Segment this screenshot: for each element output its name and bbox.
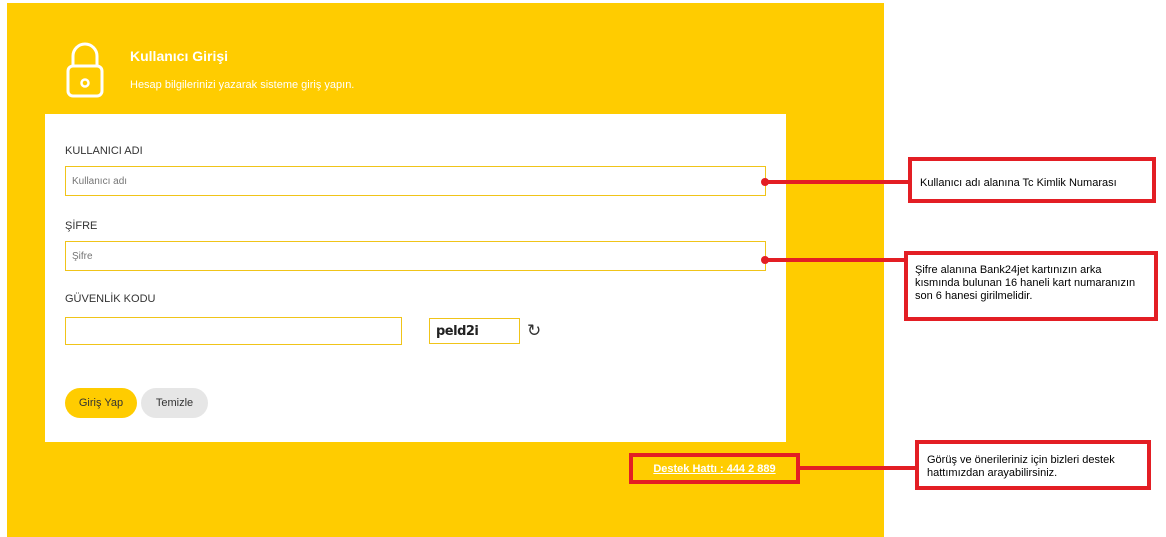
lock-icon — [66, 42, 104, 98]
password-connector-line — [765, 258, 905, 262]
refresh-icon[interactable]: ↻ — [527, 321, 541, 341]
username-callout: Kullanıcı adı alanına Tc Kimlik Numarası — [908, 157, 1156, 203]
password-label: ŞİFRE — [65, 220, 98, 232]
security-code-label: GÜVENLİK KODU — [65, 293, 156, 305]
password-callout: Şifre alanına Bank24jet kartınızın arka … — [904, 251, 1158, 321]
username-callout-text: Kullanıcı adı alanına Tc Kimlik Numarası — [920, 177, 1117, 189]
username-connector-line — [765, 180, 912, 184]
support-callout-text: Görüş ve önerileriniz için bizleri deste… — [927, 454, 1115, 479]
login-button[interactable]: Giriş Yap — [65, 388, 137, 418]
support-line-box: Destek Hattı : 444 2 889 — [629, 453, 800, 484]
password-callout-text: Şifre alanına Bank24jet kartınızın arka … — [915, 264, 1136, 302]
password-input[interactable] — [65, 241, 766, 271]
support-callout: Görüş ve önerileriniz için bizleri deste… — [915, 440, 1151, 490]
security-code-input[interactable] — [65, 317, 402, 345]
support-connector-line — [799, 466, 917, 470]
captcha-image: peld2i — [429, 318, 520, 344]
clear-button[interactable]: Temizle — [141, 388, 208, 418]
page-subtitle: Hesap bilgilerinizi yazarak sisteme giri… — [130, 79, 355, 91]
username-label: KULLANICI ADI — [65, 145, 143, 157]
page-title: Kullanıcı Girişi — [130, 48, 229, 64]
support-line-link[interactable]: Destek Hattı : 444 2 889 — [653, 463, 775, 475]
username-input[interactable] — [65, 166, 766, 196]
